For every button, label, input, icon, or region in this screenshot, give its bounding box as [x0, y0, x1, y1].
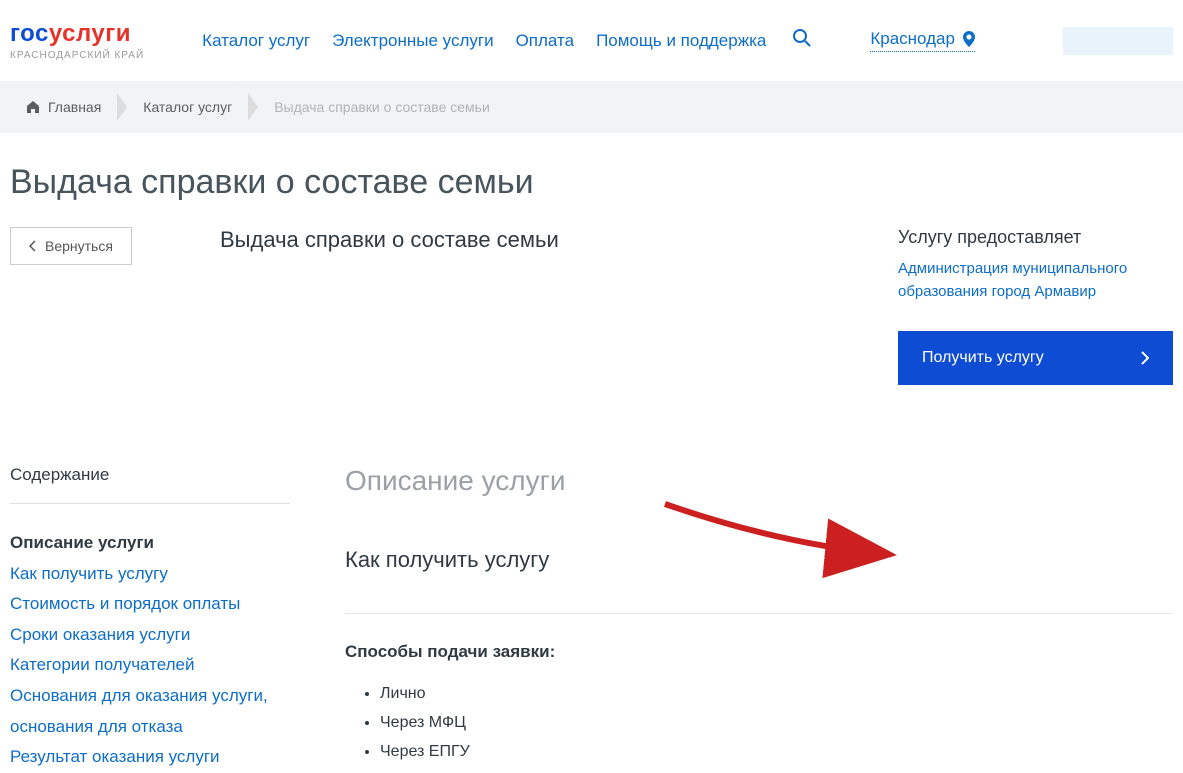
nav-electronic[interactable]: Электронные услуги [332, 31, 493, 51]
service-subtitle: Выдача справки о составе семьи [220, 227, 868, 253]
ways-item: Через ЕПГУ [380, 738, 1173, 767]
toc-item-result[interactable]: Результат оказания услуги [10, 742, 290, 773]
toc-item-cost[interactable]: Стоимость и порядок оплаты [10, 589, 290, 620]
toc-item-grounds[interactable]: Основания для оказания услуги, основания… [10, 681, 290, 742]
nav-catalog[interactable]: Каталог услуг [202, 31, 310, 51]
sub-heading: Как получить услугу [345, 547, 1173, 573]
toc-item-howto[interactable]: Как получить услугу [10, 559, 290, 590]
region-name: Краснодар [870, 29, 955, 49]
content-divider [345, 613, 1173, 614]
home-icon [26, 100, 40, 114]
breadcrumb-home[interactable]: Главная [10, 99, 117, 115]
ways-item: Лично [380, 680, 1173, 709]
logo-subtitle: КРАСНОДАРСКИЙ КРАЙ [10, 50, 144, 61]
search-icon[interactable] [792, 28, 812, 53]
toc-item-categories[interactable]: Категории получателей [10, 650, 290, 681]
user-account-area[interactable] [1063, 27, 1173, 55]
chevron-right-icon [1141, 351, 1149, 365]
toc-item-terms[interactable]: Сроки оказания услуги [10, 620, 290, 651]
logo-uslugi: услуги [49, 20, 131, 47]
chevron-left-icon [29, 240, 37, 252]
logo[interactable]: госуслуги КРАСНОДАРСКИЙ КРАЙ [10, 20, 144, 61]
location-pin-icon [963, 31, 975, 47]
nav-support[interactable]: Помощь и поддержка [596, 31, 766, 51]
logo-gos: гос [10, 20, 49, 47]
toc-item-description[interactable]: Описание услуги [10, 528, 290, 559]
breadcrumb-catalog[interactable]: Каталог услуг [127, 99, 248, 115]
toc-divider [10, 503, 290, 504]
page-title: Выдача справки о составе семьи [0, 133, 1183, 227]
section-heading: Описание услуги [345, 465, 1173, 497]
provider-label: Услугу предоставляет [898, 227, 1173, 248]
breadcrumb: Главная Каталог услуг Выдача справки о с… [0, 81, 1183, 133]
ways-item: Через МФЦ [380, 709, 1173, 738]
toc-title: Содержание [10, 465, 290, 485]
nav-payment[interactable]: Оплата [516, 31, 574, 51]
get-service-button[interactable]: Получить услугу [898, 331, 1173, 385]
breadcrumb-current: Выдача справки о составе семьи [258, 99, 506, 115]
ways-list: Лично Через МФЦ Через ЕПГУ [345, 680, 1173, 766]
provider-link[interactable]: Администрация муниципального образования… [898, 260, 1127, 300]
region-selector[interactable]: Краснодар [870, 29, 975, 52]
ways-title: Способы подачи заявки: [345, 642, 1173, 662]
back-button[interactable]: Вернуться [10, 227, 132, 265]
